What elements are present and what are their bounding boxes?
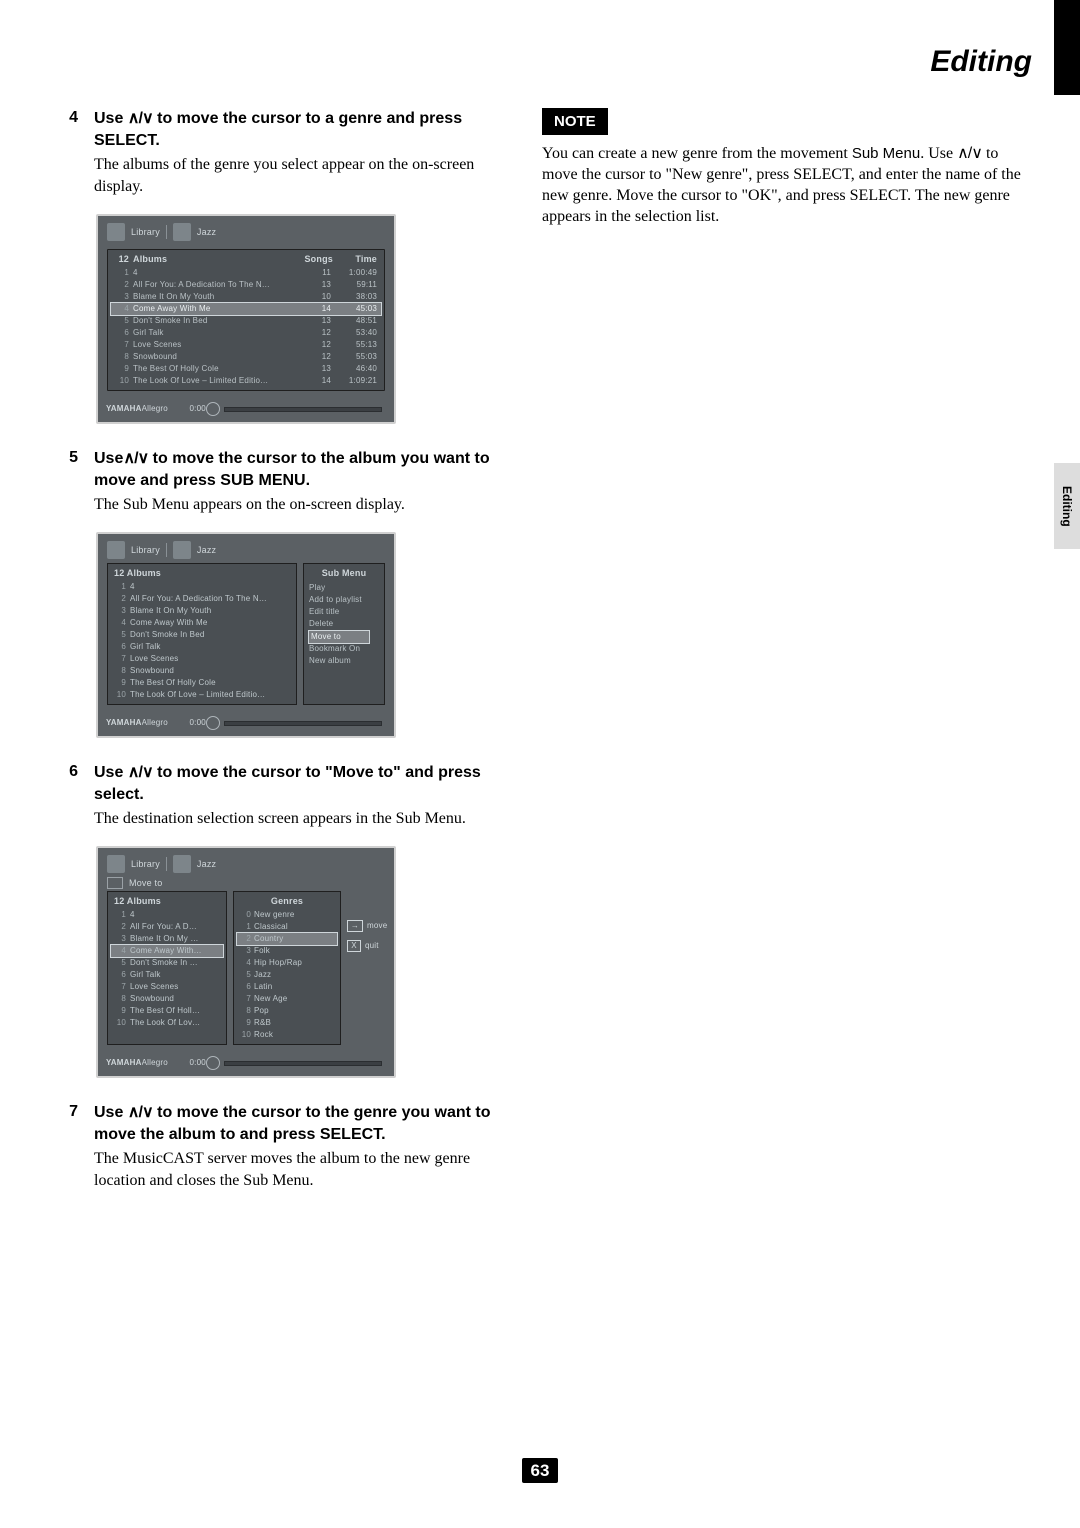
step-desc: The destination selection screen appears… [94,808,496,830]
list-item: 3Blame It On My … [111,933,223,945]
list-item: 2All For You: A D… [111,921,223,933]
step-num: 7 [64,1102,78,1192]
table-row: 10The Look Of Love – Limited Editio…141:… [111,375,381,387]
progress-bar [224,407,382,412]
x-icon: X [347,940,361,952]
screenshot-submenu: Library Jazz 12 Albums 142All For You: A… [96,532,396,738]
step-5: 5 Use∧/∨ to move the cursor to the album… [64,448,496,516]
list-item: 5Jazz [237,969,337,981]
table-row: 6Girl Talk1253:40 [111,327,381,339]
category-icon [173,223,191,241]
list-item: 4Come Away With Me [111,617,293,629]
progress-bar [224,721,382,726]
list-item: 6Latin [237,981,337,993]
submenu-item: New album [309,655,379,667]
list-item: 7New Age [237,993,337,1005]
speaker-icon [206,716,220,730]
device-icon [107,855,125,873]
submenu-item: Add to playlist [309,594,379,606]
submenu-item: Edit title [309,606,379,618]
note-label: NOTE [542,108,608,135]
list-item: 3Blame It On My Youth [111,605,293,617]
side-tab-label: Editing [1061,486,1073,527]
up-down-arrows-icon: ∧/∨ [123,450,148,467]
moveto-label: Move to [129,877,162,889]
table-row: 8Snowbound1255:03 [111,351,381,363]
page-number: 63 [0,1458,1080,1483]
step-desc: The Sub Menu appears on the on-screen di… [94,494,496,516]
table-row: 9The Best Of Holly Cole1346:40 [111,363,381,375]
device-icon [107,541,125,559]
step-title: Use ∧/∨ to move the cursor to a genre an… [94,108,496,152]
step-title: Use ∧/∨ to move the cursor to the genre … [94,1102,496,1146]
list-item: 5Don't Smoke In Bed [111,629,293,641]
list-item: 0New genre [237,909,337,921]
category-icon [173,855,191,873]
table-header: 12 Albums Songs Time [111,253,381,267]
list-item: 7Love Scenes [111,653,293,665]
submenu-item: Play [309,582,379,594]
list-item: 9R&B [237,1017,337,1029]
submenu-item: Move to [309,631,369,643]
side-tab: Editing [1054,463,1080,549]
category-icon [173,541,191,559]
table-row: 5Don't Smoke In Bed1348:51 [111,315,381,327]
device-icon [107,223,125,241]
list-item: 10The Look Of Lov… [111,1017,223,1029]
list-item: 3Folk [237,945,337,957]
step-num: 4 [64,108,78,198]
step-title: Use∧/∨ to move the cursor to the album y… [94,448,496,492]
step-num: 6 [64,762,78,830]
up-down-arrows-icon: ∧/∨ [128,1104,153,1121]
list-item: 14 [111,909,223,921]
up-down-arrows-icon: ∧/∨ [128,110,153,127]
list-item: 8Snowbound [111,665,293,677]
list-item: 7Love Scenes [111,981,223,993]
note-text: You can create a new genre from the move… [542,143,1032,227]
genres-header: Genres [237,895,337,909]
step-title: Use ∧/∨ to move the cursor to "Move to" … [94,762,496,806]
up-down-arrows-icon: ∧/∨ [957,145,982,162]
screenshot-genre-albums: Library Jazz 12 Albums Songs Time 14111:… [96,214,396,424]
submenu-title: Sub Menu [309,567,379,582]
step-desc: The MusicCAST server moves the album to … [94,1148,496,1192]
screenshot-move-to: Library Jazz Move to 12 Albums 142 [96,846,396,1078]
list-item: 14 [111,581,293,593]
submenu-item: Delete [309,618,379,630]
list-item: 1Classical [237,921,337,933]
step-desc: The albums of the genre you select appea… [94,154,496,198]
submenu-item: Bookmark On [309,643,379,655]
step-7: 7 Use ∧/∨ to move the cursor to the genr… [64,1102,496,1192]
list-item: 4Come Away With… [111,945,223,957]
list-item: 8Pop [237,1005,337,1017]
progress-bar [224,1061,382,1066]
speaker-icon [206,1056,220,1070]
speaker-icon [206,402,220,416]
list-item: 10Rock [237,1029,337,1041]
table-row: 4Come Away With Me1445:03 [111,303,381,315]
list-item: 6Girl Talk [111,641,293,653]
list-item: 10The Look Of Love – Limited Editio… [111,689,293,701]
list-item: 5Don't Smoke In … [111,957,223,969]
list-item: 8Snowbound [111,993,223,1005]
table-row: 14111:00:49 [111,267,381,279]
list-item: 9The Best Of Holly Cole [111,677,293,689]
page-title: Editing [930,47,1032,77]
list-item: 2Country [237,933,337,945]
up-down-arrows-icon: ∧/∨ [128,764,153,781]
list-item: 6Girl Talk [111,969,223,981]
header-black-tab [1054,0,1080,95]
list-item: 9The Best Of Holl… [111,1005,223,1017]
table-row: 3Blame It On My Youth1038:03 [111,291,381,303]
step-num: 5 [64,448,78,516]
step-4: 4 Use ∧/∨ to move the cursor to a genre … [64,108,496,198]
table-row: 7Love Scenes1255:13 [111,339,381,351]
list-item: 4Hip Hop/Rap [237,957,337,969]
list-item: 2All For You: A Dedication To The N… [111,593,293,605]
step-6: 6 Use ∧/∨ to move the cursor to "Move to… [64,762,496,830]
table-row: 2All For You: A Dedication To The N…1359… [111,279,381,291]
moveto-icon [107,877,123,889]
right-arrow-icon: → [347,920,363,932]
